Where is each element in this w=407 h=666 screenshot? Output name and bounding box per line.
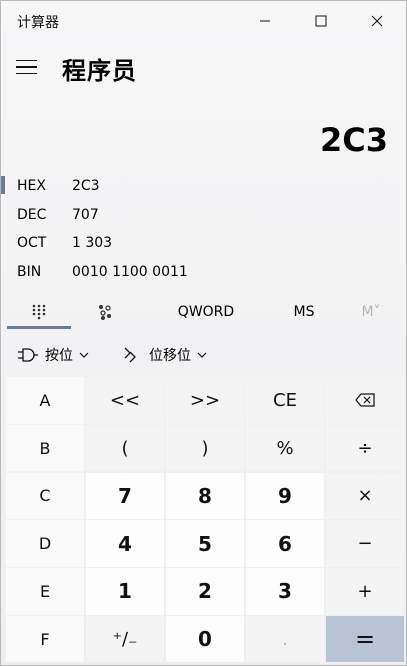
key-subtract[interactable]: − [326, 520, 404, 567]
bit-toggle-icon [99, 305, 111, 320]
minimize-button[interactable] [242, 1, 288, 41]
key-open-paren[interactable]: ( [86, 424, 164, 472]
mode-title: 程序员 [62, 57, 137, 85]
hamburger-icon [16, 59, 37, 62]
key-4[interactable]: 4 [86, 520, 164, 567]
key-2[interactable]: 2 [166, 568, 244, 615]
key-clear-entry[interactable]: CE [246, 377, 324, 424]
minimize-icon [260, 20, 270, 22]
key-c[interactable]: C [6, 472, 84, 520]
close-icon [371, 15, 383, 27]
key-3[interactable]: 3 [246, 568, 324, 615]
bitshift-label: 位移位 [149, 348, 191, 364]
calculator-window: 计算器 程序员 2C3 HEX 2C3 DEC 707 OCT 1 303 BI… [0, 0, 407, 666]
key-1[interactable]: 1 [86, 568, 164, 615]
radix-label: DEC [17, 207, 47, 223]
radix-value: 707 [72, 207, 99, 223]
key-modulo[interactable]: % [246, 424, 324, 472]
selected-indicator [1, 176, 5, 194]
logic-gate-icon [18, 348, 38, 362]
navigation-menu-button[interactable] [13, 53, 41, 81]
key-b[interactable]: B [6, 424, 84, 472]
app-title: 计算器 [17, 15, 59, 31]
keypad-tabs: QWORD MS M˅ [1, 295, 406, 329]
key-backspace[interactable] [326, 377, 404, 424]
memory-recall-button[interactable]: M˅ [351, 295, 391, 329]
radix-label: BIN [17, 264, 42, 280]
key-7[interactable]: 7 [86, 472, 164, 520]
tab-full-keypad[interactable] [7, 295, 71, 329]
display-value: 2C3 [319, 121, 388, 159]
word-size-button[interactable]: QWORD [169, 295, 243, 329]
maximize-icon [315, 15, 327, 27]
radix-row-hex[interactable]: HEX 2C3 [1, 172, 406, 200]
backspace-icon [355, 393, 375, 407]
key-shift-right[interactable]: >> [166, 377, 244, 424]
operation-bar: 按位 位移位 [1, 339, 406, 371]
radix-value: 2C3 [72, 178, 100, 194]
radix-row-dec[interactable]: DEC 707 [1, 201, 406, 229]
key-negate[interactable]: ⁺∕₋ [86, 615, 164, 663]
key-e[interactable]: E [6, 568, 84, 615]
maximize-button[interactable] [298, 1, 344, 41]
bitwise-dropdown[interactable]: 按位 [17, 339, 89, 371]
close-button[interactable] [354, 1, 400, 41]
radix-label: HEX [17, 178, 46, 194]
tab-bit-toggling[interactable] [81, 295, 129, 329]
key-equals[interactable]: = [326, 615, 404, 663]
key-a[interactable]: A [6, 377, 84, 424]
chevron-down-icon [197, 352, 207, 358]
key-f[interactable]: F [6, 615, 84, 663]
memory-store-button[interactable]: MS [283, 295, 325, 329]
key-add[interactable]: + [326, 568, 404, 615]
key-8[interactable]: 8 [166, 472, 244, 520]
bitwise-label: 按位 [45, 348, 73, 364]
radix-label: OCT [17, 235, 47, 251]
radix-value: 0010 1100 0011 [72, 264, 188, 280]
key-5[interactable]: 5 [166, 520, 244, 567]
key-d[interactable]: D [6, 520, 84, 567]
keypad: A << >> CE B ( ) % ÷ C 7 8 9 × D 4 5 6 −… [6, 377, 404, 663]
radix-row-bin[interactable]: BIN 0010 1100 0011 [1, 258, 406, 286]
title-bar[interactable]: 计算器 [1, 1, 406, 41]
key-multiply[interactable]: × [326, 472, 404, 520]
chevron-down-icon [79, 352, 89, 358]
key-divide[interactable]: ÷ [326, 424, 404, 472]
key-decimal[interactable]: . [246, 615, 324, 663]
key-9[interactable]: 9 [246, 472, 324, 520]
keypad-grid-icon [32, 304, 46, 320]
bitshift-dropdown[interactable]: 位移位 [123, 339, 207, 371]
key-6[interactable]: 6 [246, 520, 324, 567]
bit-shift-icon [124, 347, 136, 363]
key-0[interactable]: 0 [166, 615, 244, 663]
radix-value: 1 303 [72, 235, 113, 251]
radix-row-oct[interactable]: OCT 1 303 [1, 229, 406, 257]
key-shift-left[interactable]: << [86, 377, 164, 424]
key-close-paren[interactable]: ) [166, 424, 244, 472]
